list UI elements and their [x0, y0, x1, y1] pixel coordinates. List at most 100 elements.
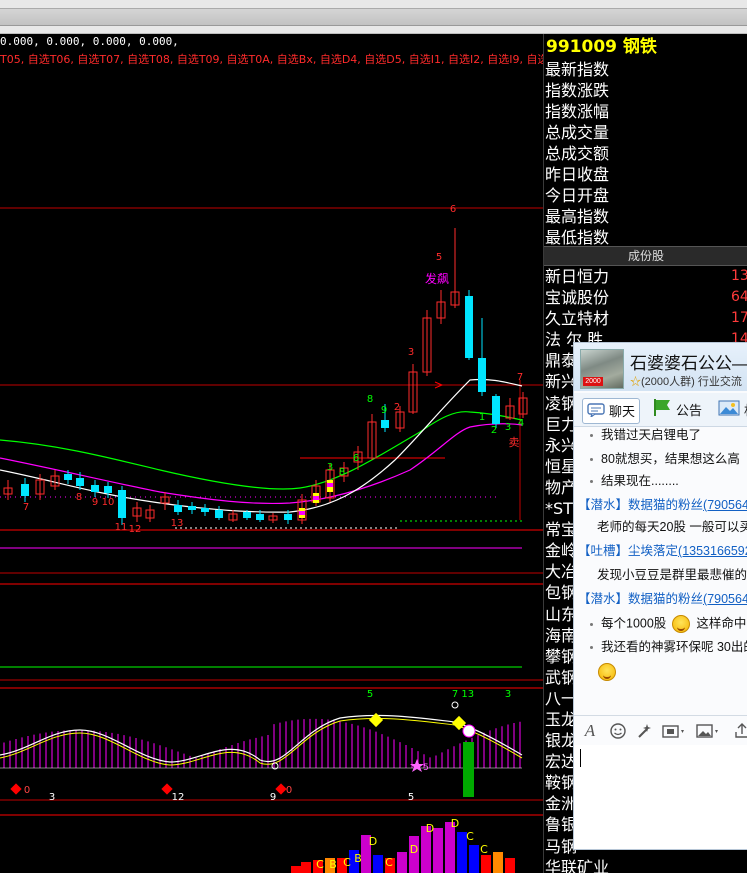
- chart-number-mark: 9: [92, 497, 98, 508]
- oscillator-white-line: [0, 714, 523, 763]
- sender-tag: 【潜水】: [578, 592, 629, 606]
- message-body-after: 这样命中率: [696, 616, 747, 631]
- bullet-dot: [590, 622, 593, 626]
- sell-mark: 卖: [509, 436, 520, 449]
- title-bar: [0, 0, 747, 34]
- index-stat-label: 今日开盘: [545, 186, 610, 205]
- volume-letter: D: [451, 817, 459, 830]
- index-stat-label: 指数涨幅: [545, 102, 610, 121]
- volume-letter: D: [369, 835, 377, 848]
- magic-wand-icon[interactable]: [636, 723, 652, 739]
- index-stat-label: 最新指数: [545, 60, 610, 79]
- constituent-name: *ST: [545, 499, 573, 519]
- message-sender: 【潜水】数据猫的粉丝(790564822): [574, 591, 747, 607]
- chart-number-mark: 5: [436, 252, 442, 263]
- chart-number-mark: 3: [408, 347, 414, 358]
- bullet-dot: [590, 480, 593, 484]
- circle-marker: [462, 724, 476, 738]
- constituent-row[interactable]: 华联矿业: [544, 857, 747, 873]
- constituent-row[interactable]: 宝诚股份 64: [544, 287, 747, 308]
- candle-body: [188, 506, 196, 510]
- message-text: 老师的每天20股 一般可以买吗: [574, 519, 747, 535]
- index-code-title: 991009 钢铁: [546, 37, 657, 57]
- chart-number-mark: 7: [23, 502, 29, 513]
- font-icon[interactable]: A: [582, 722, 598, 739]
- chart-number-mark: 3: [505, 422, 511, 433]
- signal-candle-band: [299, 511, 305, 515]
- member-count: (2000人群): [641, 376, 695, 388]
- signal-candle-band: [313, 496, 319, 500]
- sender-id[interactable]: (790564822): [703, 498, 747, 512]
- group-type: 行业交流: [697, 376, 742, 388]
- toolbar-strip: [0, 8, 747, 26]
- candle-body: [492, 396, 500, 424]
- chart-number-mark: 8: [367, 394, 373, 405]
- sender-id[interactable]: (790564822): [703, 592, 747, 606]
- smirk-emoji-icon: [598, 663, 616, 681]
- index-stat-label: 最高指数: [545, 207, 610, 226]
- chart-number-mark: 1: [479, 412, 485, 423]
- candle-body: [174, 505, 182, 512]
- constituent-row[interactable]: 久立特材 17: [544, 308, 747, 329]
- volume-letter: C: [316, 858, 324, 871]
- sender-nickname: 尘埃落定: [628, 544, 679, 558]
- oscillator-bottom-label: 0: [286, 785, 292, 796]
- message-body: 80就想买，结果想这么高: [601, 452, 740, 466]
- share-icon[interactable]: [734, 723, 747, 739]
- indicator-values: 0.000, 0.000, 0.000, 0.000,: [0, 35, 179, 48]
- constituent-row[interactable]: 新日恒力 13: [544, 266, 747, 287]
- chart-number-mark: 6: [450, 204, 456, 215]
- chart-number-mark: 8: [339, 467, 345, 478]
- group-avatar[interactable]: 2000: [580, 349, 624, 389]
- text-caret: [580, 749, 581, 767]
- volume-bar: [397, 852, 407, 873]
- chart-number-mark: 6: [353, 453, 359, 464]
- index-stat-label: 指数涨跌: [545, 81, 610, 100]
- message-input[interactable]: [574, 745, 747, 849]
- screenshot-icon[interactable]: [662, 723, 688, 739]
- candle-body: [104, 486, 112, 493]
- oscillator-yellow-line: [0, 717, 523, 766]
- circle-marker-small: [451, 701, 459, 709]
- constituent-value: 64: [731, 289, 747, 306]
- index-stats: 最新指数 指数涨跌 指数涨幅 总成交量 总成交额 昨日收盘 今日开盘 最高指数 最低指数: [544, 59, 747, 248]
- constituent-name: 久立特材: [545, 309, 610, 329]
- image-icon[interactable]: [696, 723, 722, 739]
- chart-number-mark: 8: [76, 492, 82, 503]
- sender-nickname: 数据猫的粉丝: [628, 498, 704, 512]
- candle-body: [76, 478, 84, 486]
- oscillator-bottom-label: 9: [270, 792, 276, 803]
- tab-notice[interactable]: 公告: [648, 398, 702, 424]
- bullet-dot: [590, 646, 593, 650]
- constituent-name: 华联矿业: [545, 857, 610, 873]
- oscillator-top-label: 3: [505, 689, 511, 700]
- qq-chat-window[interactable]: 2000 石婆婆石公公— ☆(2000人群) 行业交流 聊天 公告 相 我错过天…: [573, 342, 747, 850]
- kline-chart[interactable]: 653712 3 489 28 9 1011 12137863发飙卖55 7 13 303 120…: [0, 34, 543, 873]
- message-text: 我还看的神雾环保呢 30出的: [574, 639, 747, 655]
- red-diamond-marker: [10, 783, 22, 795]
- oscillator-bottom-label: 0: [24, 785, 30, 796]
- chart-number-mark: 2: [394, 402, 400, 413]
- tab-chat-label: 聊天: [609, 404, 636, 419]
- tab-chat[interactable]: 聊天: [582, 398, 640, 424]
- volume-letter: C: [480, 843, 488, 856]
- message-body: 老师的每天20股 一般可以买吗: [597, 520, 747, 534]
- constituent-name: 宝诚股份: [545, 288, 610, 308]
- group-name[interactable]: 石婆婆石公公—: [630, 349, 747, 374]
- star-icon: ☆: [630, 376, 641, 388]
- sender-id[interactable]: (1353166592): [678, 544, 747, 558]
- qq-tab-bar: 聊天 公告 相: [574, 393, 747, 427]
- chart-number-mark: 9: [381, 405, 387, 416]
- emoji-icon[interactable]: [610, 723, 626, 739]
- bullet-dot: [590, 458, 593, 462]
- constituent-value: 13: [731, 268, 747, 284]
- volume-bar: [469, 845, 479, 873]
- picture-icon: [718, 399, 740, 425]
- tab-album[interactable]: 相: [714, 398, 747, 424]
- index-stat-label: 总成交量: [545, 123, 610, 142]
- volume-letter: D: [410, 843, 418, 856]
- constituent-value: 17: [731, 310, 747, 327]
- message-text: 80就想买，结果想这么高: [574, 451, 747, 467]
- message-text: 发现小豆豆是群里最悲催的: [574, 567, 747, 583]
- oscillator-bottom-label: 5: [408, 792, 414, 803]
